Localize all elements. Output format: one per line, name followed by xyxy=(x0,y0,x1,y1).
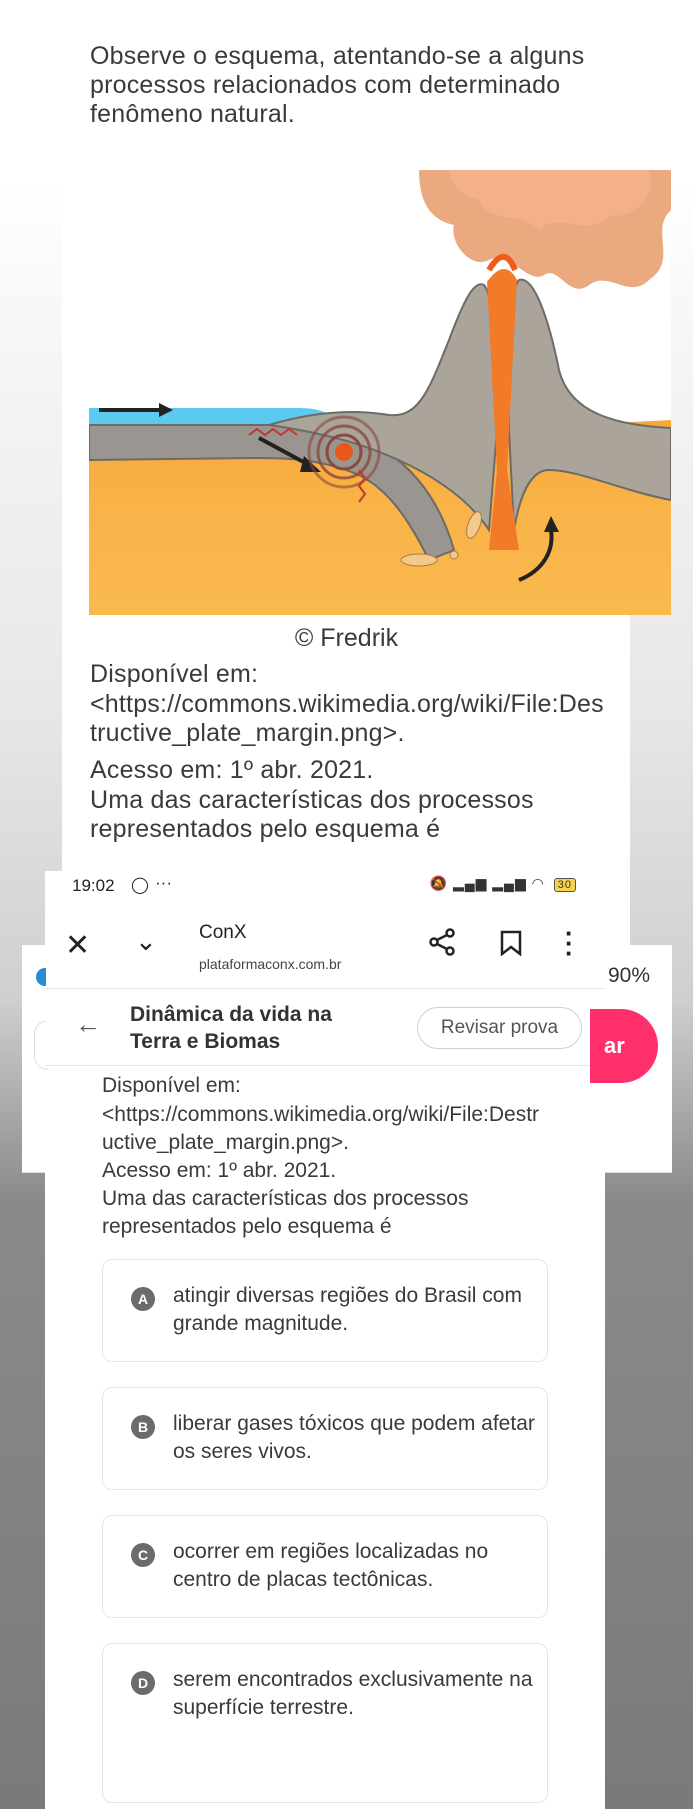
option-d-letter: D xyxy=(131,1671,155,1695)
source-url[interactable]: <https://commons.wikimedia.org/wiki/File… xyxy=(90,690,610,748)
browser-toolbar: ✕ ⌄ ConX plataformaconx.com.br · · · xyxy=(45,900,605,988)
option-c-letter: C xyxy=(131,1543,155,1567)
browser-url[interactable]: plataformaconx.com.br xyxy=(199,956,341,972)
access-date-2: Acesso em: 1º abr. 2021. xyxy=(102,1159,337,1182)
chevron-down-icon[interactable]: ⌄ xyxy=(135,926,157,957)
option-c[interactable]: C ocorrer em regiões localizadas no cent… xyxy=(102,1515,548,1618)
volcano-diagram xyxy=(89,170,671,615)
question-prompt-2: Uma das características dos processos re… xyxy=(102,1187,469,1238)
review-exam-button[interactable]: Revisar prova xyxy=(417,1007,582,1049)
access-date: Acesso em: 1º abr. 2021. xyxy=(90,756,374,784)
option-b-letter: B xyxy=(131,1415,155,1439)
option-d-text: serem encontrados exclusivamente na supe… xyxy=(173,1668,533,1719)
more-notifications-icon: ··· xyxy=(155,873,172,892)
option-b-text: liberar gases tóxicos que podem afetar o… xyxy=(173,1412,535,1463)
option-a-text: atingir diversas regiões do Brasil com g… xyxy=(173,1284,522,1335)
app-header: ← Dinâmica da vida na Terra e Biomas Rev… xyxy=(45,988,605,1066)
more-vert-icon[interactable]: · · · xyxy=(565,920,574,966)
source-url-2[interactable]: <https://commons.wikimedia.org/wiki/File… xyxy=(102,1101,542,1157)
close-icon[interactable]: ✕ xyxy=(65,928,90,963)
battery-icon: 30 xyxy=(553,878,576,892)
option-d[interactable]: D serem encontrados exclusivamente na su… xyxy=(102,1643,548,1803)
whatsapp-icon: ◯ xyxy=(131,877,149,894)
option-c-text: ocorrer em regiões localizadas no centro… xyxy=(173,1540,489,1591)
status-bar: 19:02 ◯ ··· 🔕 ▂▄▆ ▂▄▆ ◠ 30 xyxy=(52,870,602,900)
question-intro: Observe o esquema, atentando-se a alguns… xyxy=(90,42,585,128)
source-label-2: Disponível em: xyxy=(102,1074,241,1097)
question-prompt: Uma das características dos processos re… xyxy=(90,786,534,843)
signal-wifi-icons: 🔕 ▂▄▆ ▂▄▆ ◠ 30 xyxy=(430,875,576,892)
browser-title: ConX xyxy=(199,922,247,943)
option-a-letter: A xyxy=(131,1287,155,1311)
share-icon[interactable] xyxy=(428,928,456,961)
source-label: Disponível em: xyxy=(90,660,259,688)
status-time: 19:02 xyxy=(72,876,115,895)
page-title: Dinâmica da vida na Terra e Biomas xyxy=(130,1003,332,1053)
bookmark-icon[interactable] xyxy=(500,930,522,961)
image-credit: © Fredrik xyxy=(294,624,399,652)
back-arrow-icon[interactable]: ← xyxy=(75,1009,101,1040)
zoom-percentage: 90% xyxy=(608,964,651,987)
option-a[interactable]: A atingir diversas regiões do Brasil com… xyxy=(102,1259,548,1362)
option-b[interactable]: B liberar gases tóxicos que podem afetar… xyxy=(102,1387,548,1490)
